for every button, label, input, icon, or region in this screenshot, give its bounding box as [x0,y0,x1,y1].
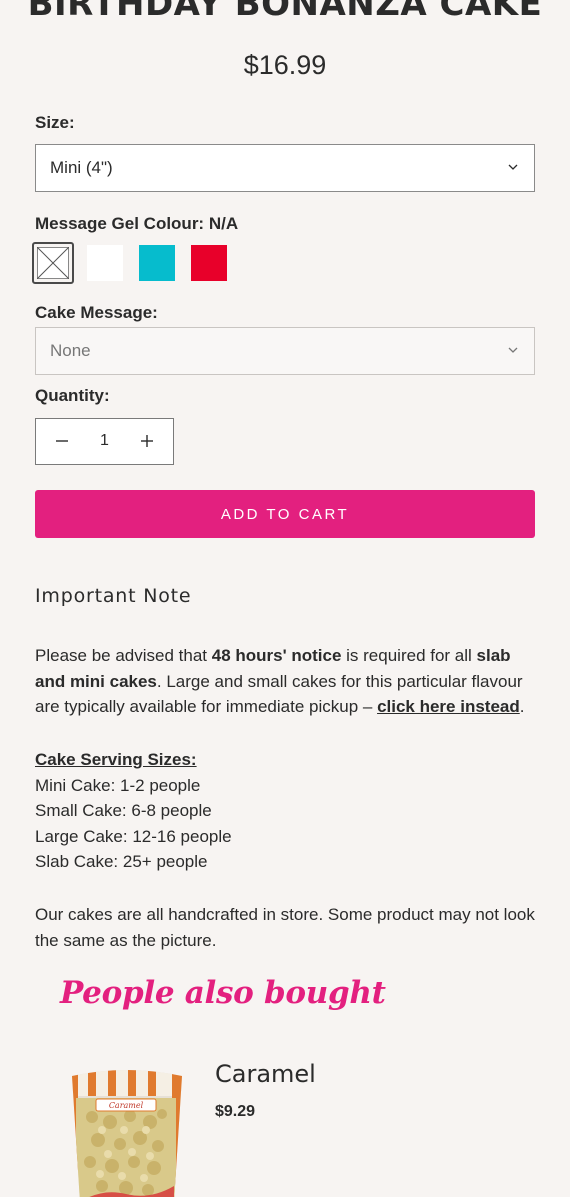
swatch-white[interactable] [87,245,123,281]
chevron-down-icon [508,347,518,353]
cake-message-label: Cake Message: [35,303,158,322]
size-select-value: Mini (4") [50,158,113,177]
product-price: $16.99 [243,50,327,80]
serving-sizes: Cake Serving Sizes: Mini Cake: 1-2 peopl… [35,747,535,875]
product-price-caramel: $9.29 [215,1103,256,1120]
quantity-label: Quantity: [35,386,110,405]
product-name-caramel[interactable]: Caramel [215,1060,316,1088]
cake-message-select-value: None [50,341,91,360]
swatch-blue[interactable] [139,245,175,281]
serving-sizes-heading: Cake Serving Sizes: [35,750,197,769]
crossed-out-icon [36,246,70,280]
serving-size-item: Large Cake: 12-16 people [35,826,232,846]
serving-size-item: Slab Cake: 25+ people [35,852,208,871]
handcrafted-paragraph: Our cakes are all handcrafted in store. … [35,905,535,950]
people-also-bought-heading: People also bought [60,975,386,1011]
gel-colour-label: Message Gel Colour: N/A [35,214,239,233]
size-select[interactable]: Mini (4") [35,144,535,192]
notice-text: . [519,697,525,716]
product-title: BIRTHDAY BONANZA CAKE [27,0,543,24]
cake-message-select[interactable]: None [35,327,535,375]
notice-bold-hours: 48 hours' notice [211,646,342,665]
notice-text: Please be advised that [35,646,212,665]
package-label: Caramel [109,1101,144,1110]
swatch-red[interactable] [191,245,227,281]
notice-paragraph: Please be advised that 48 hours' notice … [35,643,535,720]
chevron-down-icon [508,164,518,170]
product-page: BIRTHDAY BONANZA CAKE $16.99 Size: Mini … [0,0,570,1197]
serving-size-item: Mini Cake: 1-2 people [35,775,201,795]
quantity-stepper: 1 [35,418,174,465]
size-label: Size: [35,113,75,132]
caramel-popcorn-bag-image[interactable]: Caramel [62,1062,190,1197]
add-to-cart-button[interactable]: ADD TO CART [35,490,535,538]
notice-text: is required for all [341,646,477,665]
serving-size-item: Small Cake: 6-8 people [35,801,212,820]
plus-icon[interactable] [137,431,157,451]
swatch-none[interactable] [32,242,74,284]
click-here-instead-link[interactable]: click here instead [377,697,520,716]
important-note-heading: Important Note [35,585,192,607]
